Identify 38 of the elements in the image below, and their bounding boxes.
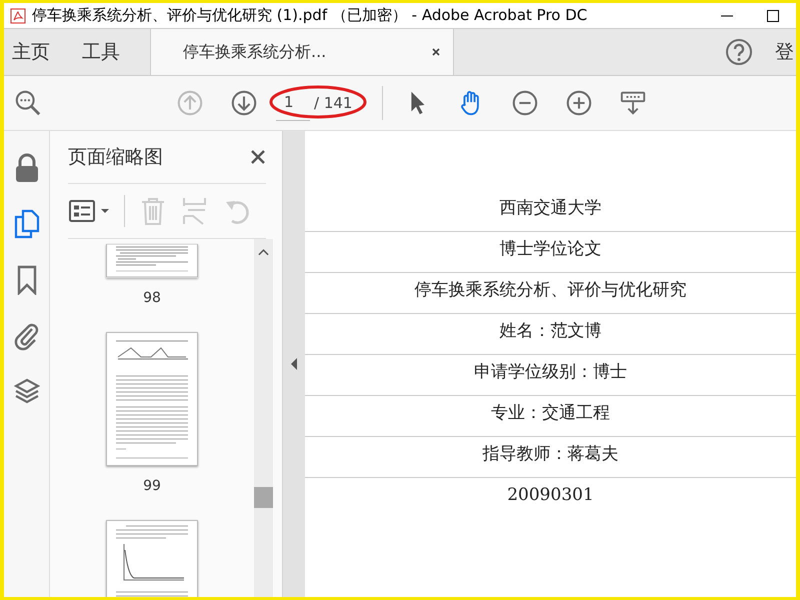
page-number-field[interactable]: 1 [276,85,310,121]
zoom-out-icon[interactable] [511,89,539,117]
help-icon[interactable] [725,38,753,66]
page-thumbnail[interactable] [106,332,198,466]
search-icon[interactable] [14,89,42,117]
document-text-line: 专业：交通工程 [305,396,796,437]
paperclip-icon[interactable] [14,321,40,351]
page-thumbnail[interactable] [106,244,198,278]
page-number-label: 98 [143,290,161,306]
collapse-icon[interactable] [290,357,298,371]
scroll-up-icon[interactable] [258,248,269,256]
pdf-file-icon [10,8,26,24]
document-text-line: 申请学位级别：博士 [305,355,796,396]
document-tab[interactable]: 停车换乘系统分析... [150,29,454,75]
document-text-line: 西南交通大学 [305,191,796,232]
panel-title: 页面缩略图 [68,145,163,170]
sign-in-link[interactable]: 登 [775,39,794,65]
maximize-icon[interactable] [766,8,780,22]
window-title: 停车换乘系统分析、评价与优化研究 (1).pdf （已加密） - Adobe Acrobat Pro DC [32,6,588,25]
next-page-icon[interactable] [230,89,258,117]
scroll-mode-icon[interactable] [619,89,647,117]
document-text-line: 博士学位论文 [305,232,796,273]
options-menu-icon[interactable] [68,198,110,224]
nav-tab[interactable]: 工具 [74,29,130,75]
page-count: / 141 [314,94,352,112]
pages-icon[interactable] [14,209,40,239]
document-text-line: 指导教师：蒋葛夫 [305,437,796,478]
nav-tab[interactable]: 主页 [4,29,60,75]
scrollbar-thumb[interactable] [254,487,273,508]
lock-icon[interactable] [14,153,40,183]
close-icon[interactable] [430,47,440,57]
page-thumbnail[interactable] [106,520,198,597]
zoom-in-icon[interactable] [565,89,593,117]
document-text-line: 姓名：范文博 [305,314,796,355]
page-number-label: 99 [143,478,161,494]
close-icon[interactable] [250,149,266,165]
document-text-line: 停车换乘系统分析、评价与优化研究 [305,273,796,314]
document-text-line: 20090301 [506,484,595,507]
